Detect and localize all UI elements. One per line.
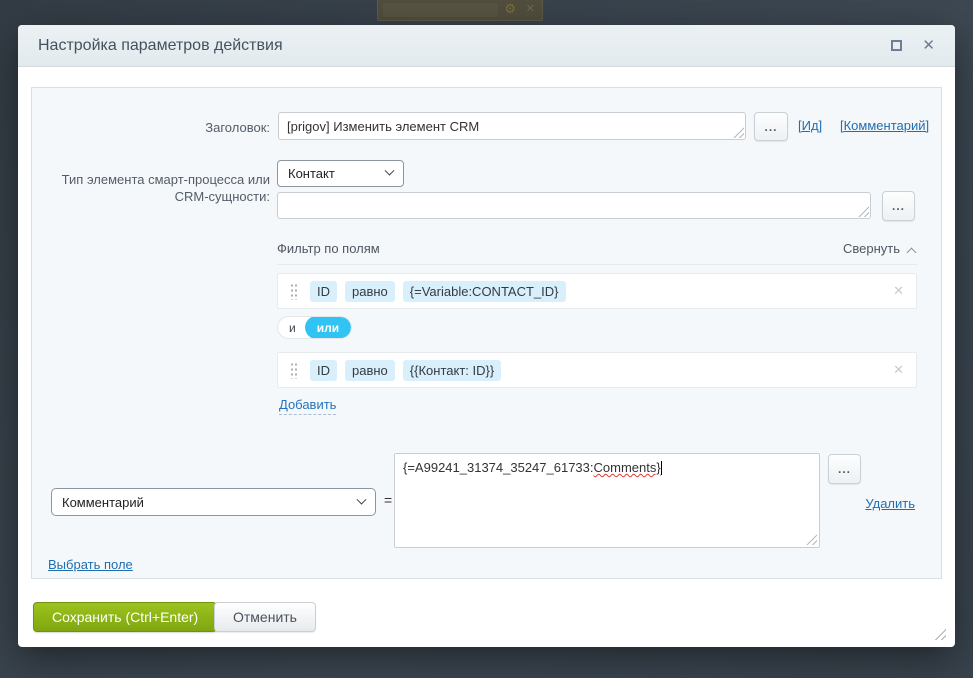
filter-collapse-label: Свернуть (843, 241, 900, 256)
filter-operator-chip[interactable]: равно (345, 360, 395, 381)
maximize-icon[interactable] (891, 40, 902, 51)
dialog-header: Настройка параметров действия ✕ (18, 25, 955, 67)
filter-field-chip[interactable]: ID (310, 360, 337, 381)
filter-row: ID равно {{Контакт: ID}} ✕ (277, 352, 917, 388)
entity-type-label: Тип элемента смарт-процесса или CRM-сущн… (32, 171, 270, 205)
page-background: ⚙ ✕ Настройка параметров действия ✕ Заго… (0, 0, 973, 678)
entity-type-select-value: Контакт (288, 166, 386, 181)
remove-filter-icon[interactable]: ✕ (893, 283, 904, 299)
filter-value-chip[interactable]: {=Variable:CONTACT_ID} (403, 281, 566, 302)
dialog-title: Настройка параметров действия (38, 37, 891, 55)
entity-id-input-wrap (277, 192, 871, 219)
property-field-select-value: Комментарий (62, 495, 358, 510)
entity-id-input[interactable] (277, 192, 871, 219)
chevron-down-icon (385, 166, 395, 176)
cancel-button[interactable]: Отменить (214, 602, 316, 632)
filter-joiner-toggle: и или (277, 316, 352, 339)
dialog-window-controls: ✕ (891, 38, 935, 53)
filter-section-title: Фильтр по полям (277, 241, 380, 256)
title-input-wrap (278, 112, 746, 140)
drag-handle-icon[interactable] (290, 362, 298, 379)
form-panel: Заголовок: ... [Ид] [Комментарий] Тип эл… (31, 87, 942, 579)
background-workflow-node: ⚙ ✕ (377, 0, 543, 21)
dialog-resize-grip-icon[interactable] (932, 626, 946, 640)
title-more-button[interactable]: ... (754, 112, 788, 141)
filter-row: ID равно {=Variable:CONTACT_ID} ✕ (277, 273, 917, 309)
title-input[interactable] (278, 112, 746, 140)
close-icon[interactable]: ✕ (922, 38, 935, 53)
close-icon: ✕ (526, 2, 535, 15)
text-caret (661, 461, 662, 475)
joiner-or-option[interactable]: или (305, 316, 351, 339)
gear-icon: ⚙ (504, 1, 516, 17)
remove-filter-icon[interactable]: ✕ (893, 362, 904, 378)
property-value-text: {=A99241_31374_35247_61733: (403, 460, 594, 475)
delete-property-link[interactable]: Удалить (865, 496, 915, 511)
property-value-textarea[interactable]: {=A99241_31374_35247_61733:Comments} (394, 453, 820, 548)
entity-more-button[interactable]: ... (882, 191, 915, 221)
chevron-down-icon (357, 494, 367, 504)
textarea-resize-grip-icon[interactable] (806, 534, 817, 545)
filter-collapse-toggle[interactable]: Свернуть (843, 241, 915, 256)
property-more-button[interactable]: ... (828, 454, 861, 484)
insert-comment-link[interactable]: [Комментарий] (840, 118, 929, 133)
filter-divider (277, 264, 917, 265)
save-button[interactable]: Сохранить (Ctrl+Enter) (33, 602, 217, 632)
entity-type-select[interactable]: Контакт (277, 160, 404, 187)
filter-field-chip[interactable]: ID (310, 281, 337, 302)
filter-value-chip[interactable]: {{Контакт: ID}} (403, 360, 501, 381)
insert-id-link[interactable]: [Ид] (798, 118, 822, 133)
action-settings-dialog: Настройка параметров действия ✕ Заголово… (18, 25, 955, 647)
property-value-misspelled: Comments} (594, 460, 661, 475)
joiner-and-option[interactable]: и (278, 321, 305, 335)
title-field-label: Заголовок: (32, 120, 270, 135)
filter-operator-chip[interactable]: равно (345, 281, 395, 302)
select-field-link[interactable]: Выбрать поле (48, 557, 133, 572)
property-field-select[interactable]: Комментарий (51, 488, 376, 516)
background-node-body (383, 3, 498, 17)
equals-sign: = (384, 492, 392, 508)
add-filter-link[interactable]: Добавить (279, 397, 336, 415)
chevron-up-icon (907, 248, 917, 258)
drag-handle-icon[interactable] (290, 283, 298, 300)
